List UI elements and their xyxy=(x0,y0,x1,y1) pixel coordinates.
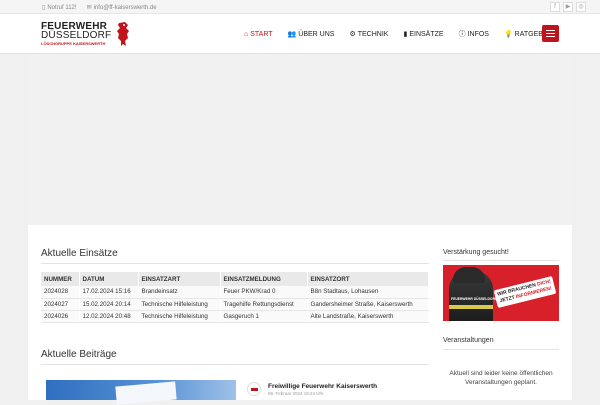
table-cell: Tragehilfe Rettungsdienst xyxy=(220,298,308,311)
home-icon: ⌂ xyxy=(244,30,249,38)
table-cell: Technische Hilfeleistung xyxy=(138,298,221,311)
recruit-banner[interactable]: FEUERWEHR DÜSSELDORF WIR BRAUCHEN DICH! … xyxy=(443,265,559,321)
nav-item-ueber-uns[interactable]: 👥 ÜBER UNS xyxy=(288,29,335,39)
mobile-icon: ▯ xyxy=(42,5,46,11)
column-header: EINSATZORT xyxy=(307,272,429,286)
beitraege-heading: Aktuelle Beiträge xyxy=(41,349,117,360)
table-cell: 12.02.2024 20:48 xyxy=(79,310,139,323)
nav-item-infos[interactable]: ⓘ INFOS xyxy=(459,29,489,39)
info-icon: ⓘ xyxy=(458,31,466,38)
einsaetze-table: NUMMER DATUM EINSATZART EINSATZMELDUNG E… xyxy=(41,272,429,323)
table-row[interactable]: 2024026 12.02.2024 20:48 Technische Hilf… xyxy=(41,310,429,323)
table-cell: 2024026 xyxy=(41,310,80,323)
table-cell: Gasgeruch 1 xyxy=(220,310,308,323)
email-text: info@ff-kaiserswerth.de xyxy=(93,4,157,11)
sidebar-divider xyxy=(443,349,559,350)
post-author[interactable]: Freiwillige Feuerwehr Kaiserswerth xyxy=(268,383,377,390)
reflective-stripe xyxy=(449,305,493,309)
table-row[interactable]: 2024028 17.02.2024 15:16 Brandeinsatz Fe… xyxy=(41,286,429,299)
column-header: EINSATZART xyxy=(138,272,221,286)
top-bar: ▯ Notruf 112! ✉ info@ff-kaiserswerth.de … xyxy=(0,0,600,14)
table-cell: 17.02.2024 15:16 xyxy=(79,286,139,299)
heading-divider xyxy=(41,364,429,365)
nav-label: EINSÄTZE xyxy=(409,30,444,38)
phone-contact[interactable]: ▯ Notruf 112! xyxy=(42,4,77,12)
events-heading: Veranstaltungen xyxy=(443,337,494,344)
extinguisher-icon: ▮ xyxy=(403,31,408,38)
table-cell: B8n Stadtaus, Lohausen xyxy=(307,286,429,299)
heading-divider xyxy=(41,263,429,264)
users-icon: 👥 xyxy=(287,31,297,38)
table-cell: 15.02.2024 20:14 xyxy=(79,298,139,311)
nav-label: INFOS xyxy=(467,30,489,38)
table-cell: Technische Hilfeleistung xyxy=(138,310,221,323)
table-cell: 2024027 xyxy=(41,298,80,311)
phone-text: Notruf 112! xyxy=(47,4,77,11)
facebook-icon[interactable]: f xyxy=(550,2,560,12)
table-header-row: NUMMER DATUM EINSATZART EINSATZMELDUNG E… xyxy=(41,272,429,286)
nav-label: TECHNIK xyxy=(357,30,389,38)
jacket-text: FEUERWEHR DÜSSELDORF xyxy=(451,297,498,301)
nav-item-einsaetze[interactable]: ▮ EINSÄTZE xyxy=(403,29,443,39)
post-date: 06. Februar 2024 19:24 Uhr xyxy=(268,391,324,396)
nav-item-start[interactable]: ⌂ START xyxy=(244,29,273,39)
hamburger-icon xyxy=(546,30,555,31)
table-row[interactable]: 2024027 15.02.2024 20:14 Technische Hilf… xyxy=(41,298,429,311)
lightbulb-icon: 💡 xyxy=(503,31,513,38)
column-header: NUMMER xyxy=(41,272,80,286)
contact-info: ▯ Notruf 112! ✉ info@ff-kaiserswerth.de xyxy=(42,4,157,12)
hamburger-icon xyxy=(546,36,555,37)
nav-label: START xyxy=(250,30,273,38)
nav-item-technik[interactable]: ⚙ TECHNIK xyxy=(349,29,388,39)
recruit-badge: WIR BRAUCHEN DICH! JETZT INFORMIEREN! xyxy=(493,276,557,308)
table-cell: 2024028 xyxy=(41,286,80,299)
social-links: f ▶ ◎ xyxy=(550,2,586,12)
main-nav: ⌂ START 👥 ÜBER UNS ⚙ TECHNIK ▮ EINSÄTZE … xyxy=(244,29,568,39)
table-cell: Feuer PKW/Krad 0 xyxy=(220,286,308,299)
table-cell: Brandeinsatz xyxy=(138,286,221,299)
post-image-paper xyxy=(115,381,177,405)
site-header: FEUERWEHR DÜSSELDORF LÖSCHGRUPPE KAISERS… xyxy=(0,14,600,54)
table-cell: Alte Landstraße, Kaiserswerth xyxy=(307,310,429,323)
main-content: Aktuelle Einsätze NUMMER DATUM EINSATZAR… xyxy=(28,225,572,405)
nav-label: ÜBER UNS xyxy=(298,30,335,38)
column-header: EINSATZMELDUNG xyxy=(220,272,308,286)
author-avatar xyxy=(247,382,261,396)
hamburger-icon xyxy=(546,33,555,34)
post-image[interactable] xyxy=(46,380,236,405)
envelope-icon: ✉ xyxy=(86,5,92,11)
instagram-icon[interactable]: ◎ xyxy=(576,2,586,12)
sidebar-divider xyxy=(443,260,559,261)
einsaetze-heading: Aktuelle Einsätze xyxy=(41,248,118,259)
author-logo-icon xyxy=(251,388,258,391)
gears-icon: ⚙ xyxy=(349,31,356,38)
site-logo[interactable]: FEUERWEHR DÜSSELDORF LÖSCHGRUPPE KAISERS… xyxy=(41,22,131,50)
helmet-shape xyxy=(453,267,485,283)
lion-crest-icon xyxy=(117,22,129,46)
recruit-heading: Verstärkung gesucht! xyxy=(443,249,509,256)
hero-slider[interactable] xyxy=(28,54,572,225)
email-contact[interactable]: ✉ info@ff-kaiserswerth.de xyxy=(86,4,157,12)
column-header: DATUM xyxy=(79,272,139,286)
hamburger-menu-button[interactable] xyxy=(542,25,559,42)
events-text: Aktuell sind leider keine öffentlichen V… xyxy=(449,370,553,386)
table-cell: Gandersheimer Straße, Kaiserswerth xyxy=(307,298,429,311)
youtube-icon[interactable]: ▶ xyxy=(563,2,573,12)
